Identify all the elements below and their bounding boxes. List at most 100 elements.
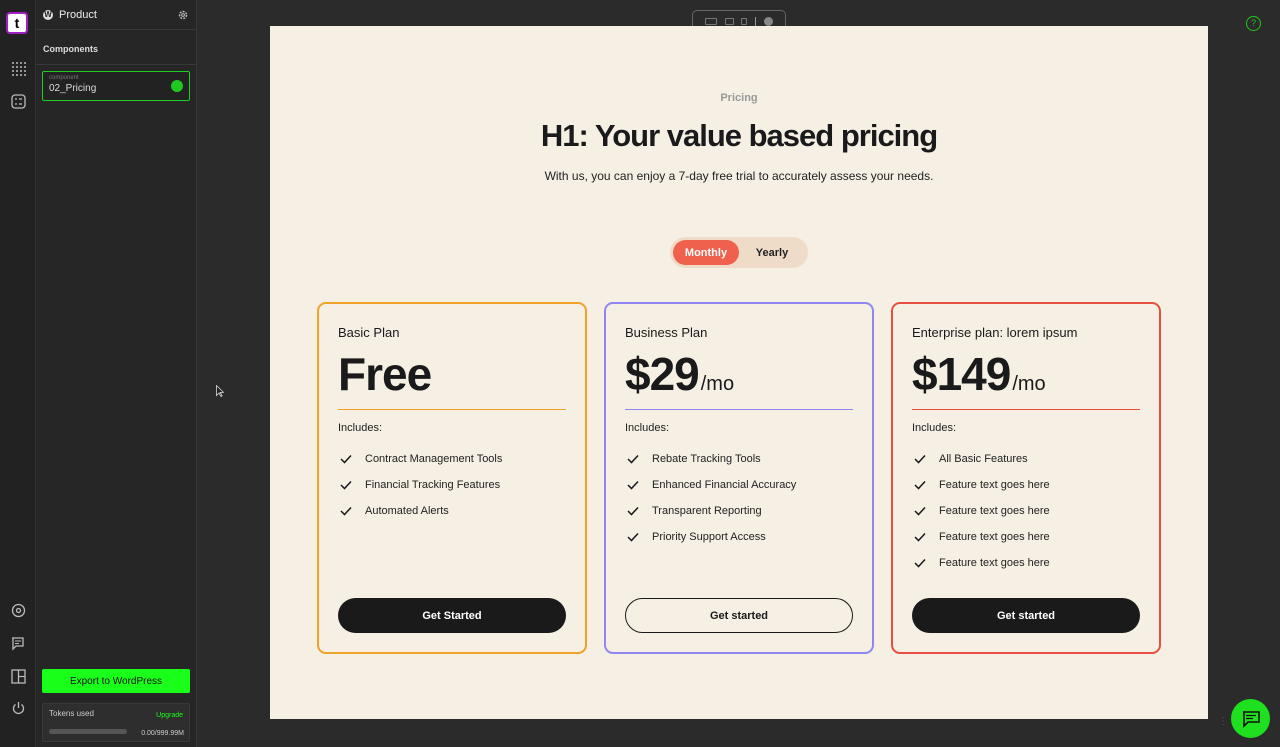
yearly-toggle[interactable]: Yearly [739, 240, 805, 265]
app-logo[interactable]: t [6, 12, 28, 34]
plan-name: Business Plan [625, 325, 708, 340]
plan-name: Basic Plan [338, 325, 400, 340]
check-icon [627, 480, 639, 490]
mouse-cursor-icon [216, 385, 224, 397]
price-amount: $29 [625, 348, 700, 400]
feature-text: Feature text goes here [939, 557, 1050, 569]
feature-item: Financial Tracking Features [338, 472, 566, 498]
feature-item: Feature text goes here [912, 498, 1140, 524]
feature-item: All Basic Features [912, 446, 1140, 472]
feature-text: Feature text goes here [939, 479, 1050, 491]
feature-item: Feature text goes here [912, 550, 1140, 576]
feature-text: Financial Tracking Features [365, 479, 501, 491]
help-icon[interactable]: ? [1246, 16, 1261, 31]
feature-text: Priority Support Access [652, 531, 766, 543]
check-icon [914, 454, 926, 464]
plan-price: $29/mo [625, 348, 853, 400]
logo-letter: t [8, 14, 26, 32]
price-amount: $149 [912, 348, 1011, 400]
check-icon [627, 532, 639, 542]
chat-icon[interactable] [9, 634, 27, 652]
upgrade-link[interactable]: Upgrade [156, 712, 183, 719]
components-panel: W Product Components component 02_Pricin… [36, 0, 197, 747]
tokens-progress-bar [49, 729, 127, 734]
check-icon [340, 506, 352, 516]
feature-text: Enhanced Financial Accuracy [652, 479, 797, 491]
preview-canvas: Pricing H1: Your value based pricing Wit… [270, 26, 1208, 719]
includes-label: Includes: [912, 422, 957, 434]
component-name: 02_Pricing [49, 83, 97, 94]
feature-text: Contract Management Tools [365, 453, 503, 465]
feature-text: Transparent Reporting [652, 505, 762, 517]
billing-toggle: Monthly Yearly [670, 237, 808, 268]
check-icon [914, 480, 926, 490]
feature-text: Feature text goes here [939, 531, 1050, 543]
power-icon[interactable] [9, 699, 27, 717]
checklist-icon[interactable] [9, 92, 27, 110]
project-title: Product [59, 8, 97, 21]
plan-price: Free [338, 348, 566, 400]
feature-list: Contract Management Tools Financial Track… [338, 446, 566, 524]
plan-price: $149/mo [912, 348, 1140, 400]
monthly-toggle[interactable]: Monthly [673, 240, 739, 265]
export-to-wordpress-button[interactable]: Export to WordPress [42, 669, 190, 693]
divider [338, 409, 566, 410]
chat-support-button[interactable] [1231, 699, 1270, 738]
feature-list: All Basic Features Feature text goes here… [912, 446, 1140, 576]
get-started-button[interactable]: Get Started [338, 598, 566, 633]
section-title: Components [36, 30, 196, 65]
tablet-view-icon[interactable] [724, 18, 734, 25]
left-rail: t [0, 0, 36, 747]
pricing-card-enterprise: Enterprise plan: lorem ipsum $149/mo Inc… [891, 302, 1161, 654]
divider [625, 409, 853, 410]
feature-item: Rebate Tracking Tools [625, 446, 853, 472]
component-card[interactable]: component 02_Pricing [42, 71, 190, 101]
check-icon [340, 454, 352, 464]
pricing-card-basic: Basic Plan Free Includes: Contract Manag… [317, 302, 587, 654]
page-title: H1: Your value based pricing [540, 118, 938, 153]
grid-icon[interactable] [9, 59, 27, 77]
chat-bubble-icon [1242, 710, 1260, 728]
tokens-usage: Tokens used Upgrade 0.00/999.99M [42, 703, 190, 742]
feature-text: Feature text goes here [939, 505, 1050, 517]
page-subtitle: With us, you can enjoy a 7-day free tria… [544, 169, 934, 183]
theme-toggle-icon[interactable] [764, 17, 774, 26]
feature-text: Rebate Tracking Tools [652, 453, 761, 465]
component-tag: component [49, 75, 79, 81]
price-period: /mo [700, 373, 735, 395]
price-amount: Free [338, 348, 432, 400]
active-status-icon [171, 80, 183, 92]
includes-label: Includes: [338, 422, 383, 434]
includes-label: Includes: [625, 422, 670, 434]
feature-text: Automated Alerts [365, 505, 449, 517]
check-icon [627, 506, 639, 516]
tokens-value: 0.00/999.99M [141, 730, 184, 737]
get-started-button[interactable]: Get started [912, 598, 1140, 633]
feature-list: Rebate Tracking Tools Enhanced Financial … [625, 446, 853, 550]
feature-item: Priority Support Access [625, 524, 853, 550]
feature-item: Contract Management Tools [338, 446, 566, 472]
check-icon [914, 506, 926, 516]
feature-item: Feature text goes here [912, 472, 1140, 498]
divider [755, 16, 757, 27]
layout-icon[interactable] [9, 667, 27, 685]
panel-header: W Product [36, 0, 196, 30]
check-icon [627, 454, 639, 464]
mobile-view-icon[interactable] [741, 18, 748, 25]
gear-icon[interactable] [177, 9, 189, 21]
target-icon[interactable] [9, 601, 27, 619]
feature-item: Feature text goes here [912, 524, 1140, 550]
feature-item: Automated Alerts [338, 498, 566, 524]
pricing-card-business: Business Plan $29/mo Includes: Rebate Tr… [604, 302, 874, 654]
check-icon [340, 480, 352, 490]
wordpress-icon: W [43, 9, 53, 20]
price-period: /mo [1012, 373, 1046, 395]
plan-name: Enterprise plan: lorem ipsum [912, 325, 1078, 340]
feature-item: Transparent Reporting [625, 498, 853, 524]
get-started-button[interactable]: Get started [625, 598, 853, 633]
check-icon [914, 558, 926, 568]
check-icon [914, 532, 926, 542]
section-eyebrow: Pricing [720, 92, 758, 104]
desktop-view-icon[interactable] [704, 18, 717, 25]
feature-text: All Basic Features [939, 453, 1028, 465]
